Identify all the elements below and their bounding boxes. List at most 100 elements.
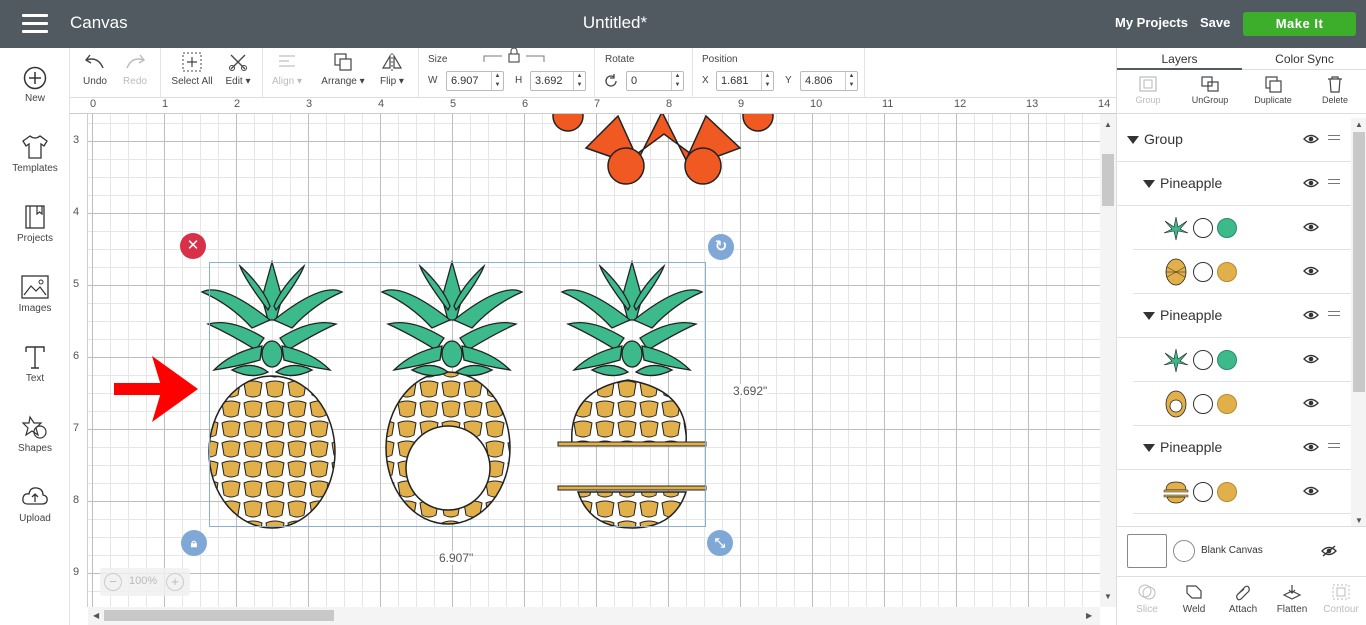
expand-triangle-icon[interactable] xyxy=(1143,444,1155,452)
cut-operation-icon[interactable] xyxy=(1193,262,1213,282)
undo-button[interactable]: Undo xyxy=(80,52,110,87)
new-button[interactable]: New xyxy=(0,66,70,104)
eye-icon[interactable] xyxy=(1303,442,1319,452)
cut-operation-icon[interactable] xyxy=(1193,218,1213,238)
layer-row-leaves[interactable] xyxy=(1133,206,1351,250)
my-projects-link[interactable]: My Projects xyxy=(1115,15,1188,30)
canvas-horizontal-scrollbar[interactable]: ◀ ▶ xyxy=(88,607,1100,625)
projects-button[interactable]: Projects xyxy=(0,204,70,244)
rotate-input[interactable]: 0 ▲ ▼ xyxy=(626,71,684,91)
canvas-vertical-scrollbar[interactable]: ▲ ▼ xyxy=(1100,114,1116,607)
height-input[interactable]: 3.692 ▲ ▼ xyxy=(530,71,586,91)
zoom-out-button[interactable]: − xyxy=(104,573,122,591)
scroll-up-icon[interactable]: ▲ xyxy=(1104,120,1112,129)
make-it-button[interactable]: Make It xyxy=(1243,12,1356,36)
plus-circle-icon xyxy=(23,66,47,90)
layer-row-body[interactable] xyxy=(1133,250,1351,294)
canvas-color-picker[interactable] xyxy=(1173,540,1195,562)
templates-button[interactable]: Templates xyxy=(0,134,70,174)
eye-icon[interactable] xyxy=(1303,178,1319,188)
drag-handle-icon[interactable] xyxy=(1328,443,1340,451)
flatten-button[interactable]: Flatten xyxy=(1268,583,1316,615)
cut-operation-icon[interactable] xyxy=(1193,482,1213,502)
zoom-in-button[interactable]: + xyxy=(166,573,184,591)
layer-row-body[interactable] xyxy=(1133,470,1351,514)
x-stepper[interactable]: ▲ ▼ xyxy=(761,72,773,90)
edit-dropdown[interactable]: Edit ▾ xyxy=(220,52,256,87)
lock-ratio-icon[interactable] xyxy=(482,48,546,64)
eye-icon[interactable] xyxy=(1303,134,1319,144)
contour-button[interactable]: Contour xyxy=(1317,583,1365,615)
eye-icon[interactable] xyxy=(1303,398,1319,408)
lock-handle-icon[interactable]: 🔒︎ xyxy=(181,530,207,556)
layer-row-leaves[interactable] xyxy=(1133,338,1351,382)
layer-row-body[interactable] xyxy=(1133,382,1351,426)
width-input[interactable]: 6.907 ▲ ▼ xyxy=(446,71,504,91)
arrange-dropdown[interactable]: Arrange ▾ xyxy=(316,52,370,87)
selection-box[interactable] xyxy=(209,262,706,527)
color-swatch[interactable] xyxy=(1217,350,1237,370)
color-swatch[interactable] xyxy=(1217,262,1237,282)
horizontal-ruler: 0 1 2 3 4 5 6 7 8 9 10 11 12 13 14 xyxy=(70,98,1116,114)
flip-dropdown[interactable]: Flip ▾ xyxy=(374,52,410,87)
drag-handle-icon[interactable] xyxy=(1328,135,1340,143)
redo-button[interactable]: Redo xyxy=(118,52,152,87)
eye-hidden-icon[interactable] xyxy=(1321,545,1337,557)
x-position-input[interactable]: 1.681 ▲ ▼ xyxy=(716,71,774,91)
y-stepper[interactable]: ▲ ▼ xyxy=(845,72,857,90)
resize-handle-icon[interactable]: ⤡ xyxy=(707,530,733,556)
tab-color-sync[interactable]: Color Sync xyxy=(1242,48,1366,70)
eye-icon[interactable] xyxy=(1303,486,1319,496)
width-stepper[interactable]: ▲ ▼ xyxy=(491,72,503,90)
eye-icon[interactable] xyxy=(1303,310,1319,320)
group-button[interactable]: Group xyxy=(1123,75,1173,105)
tab-layers[interactable]: Layers xyxy=(1117,48,1242,70)
color-swatch[interactable] xyxy=(1217,394,1237,414)
layer-row-pineapple[interactable]: Pineapple xyxy=(1117,426,1351,470)
scroll-left-icon[interactable]: ◀ xyxy=(93,611,99,620)
layer-row-pineapple[interactable]: Pineapple xyxy=(1117,294,1351,338)
scrollbar-thumb[interactable] xyxy=(104,610,334,621)
height-stepper[interactable]: ▲ ▼ xyxy=(573,72,585,90)
rotate-handle-icon[interactable]: ↻ xyxy=(708,234,734,260)
expand-triangle-icon[interactable] xyxy=(1143,312,1155,320)
blank-canvas-row[interactable]: Blank Canvas xyxy=(1117,526,1366,576)
rotate-stepper[interactable]: ▲ ▼ xyxy=(671,72,683,90)
layer-row-group[interactable]: Group xyxy=(1117,118,1351,162)
save-button[interactable]: Save xyxy=(1200,15,1230,30)
layers-scrollbar[interactable]: ▲ ▼ xyxy=(1351,118,1366,528)
drag-handle-icon[interactable] xyxy=(1328,311,1340,319)
attach-button[interactable]: Attach xyxy=(1219,583,1267,615)
align-dropdown[interactable]: Align ▾ xyxy=(270,52,304,87)
scroll-up-icon[interactable]: ▲ xyxy=(1355,120,1363,129)
color-swatch[interactable] xyxy=(1217,218,1237,238)
blank-canvas-swatch[interactable] xyxy=(1127,534,1167,568)
color-swatch[interactable] xyxy=(1217,482,1237,502)
y-position-input[interactable]: 4.806 ▲ ▼ xyxy=(800,71,858,91)
shapes-button[interactable]: Shapes xyxy=(0,414,70,454)
expand-triangle-icon[interactable] xyxy=(1127,136,1139,144)
eye-icon[interactable] xyxy=(1303,222,1319,232)
duplicate-button[interactable]: Duplicate xyxy=(1248,75,1298,105)
eye-icon[interactable] xyxy=(1303,266,1319,276)
scroll-down-icon[interactable]: ▼ xyxy=(1104,592,1112,601)
scroll-right-icon[interactable]: ▶ xyxy=(1086,611,1092,620)
delete-button[interactable]: Delete xyxy=(1310,75,1360,105)
delete-handle-icon[interactable]: ✕ xyxy=(180,233,206,259)
eye-icon[interactable] xyxy=(1303,354,1319,364)
text-button[interactable]: Text xyxy=(0,344,70,384)
drag-handle-icon[interactable] xyxy=(1328,179,1340,187)
cut-operation-icon[interactable] xyxy=(1193,350,1213,370)
ungroup-button[interactable]: UnGroup xyxy=(1185,75,1235,105)
upload-button[interactable]: Upload xyxy=(0,484,70,524)
expand-triangle-icon[interactable] xyxy=(1143,180,1155,188)
select-all-button[interactable]: Select All xyxy=(168,52,216,87)
images-button[interactable]: Images xyxy=(0,274,70,314)
scrollbar-thumb[interactable] xyxy=(1353,132,1365,392)
layer-row-pineapple[interactable]: Pineapple xyxy=(1117,162,1351,206)
weld-button[interactable]: Weld xyxy=(1170,583,1218,615)
scrollbar-thumb[interactable] xyxy=(1102,154,1114,206)
slice-button[interactable]: Slice xyxy=(1123,583,1171,615)
scroll-down-icon[interactable]: ▼ xyxy=(1355,516,1363,525)
cut-operation-icon[interactable] xyxy=(1193,394,1213,414)
